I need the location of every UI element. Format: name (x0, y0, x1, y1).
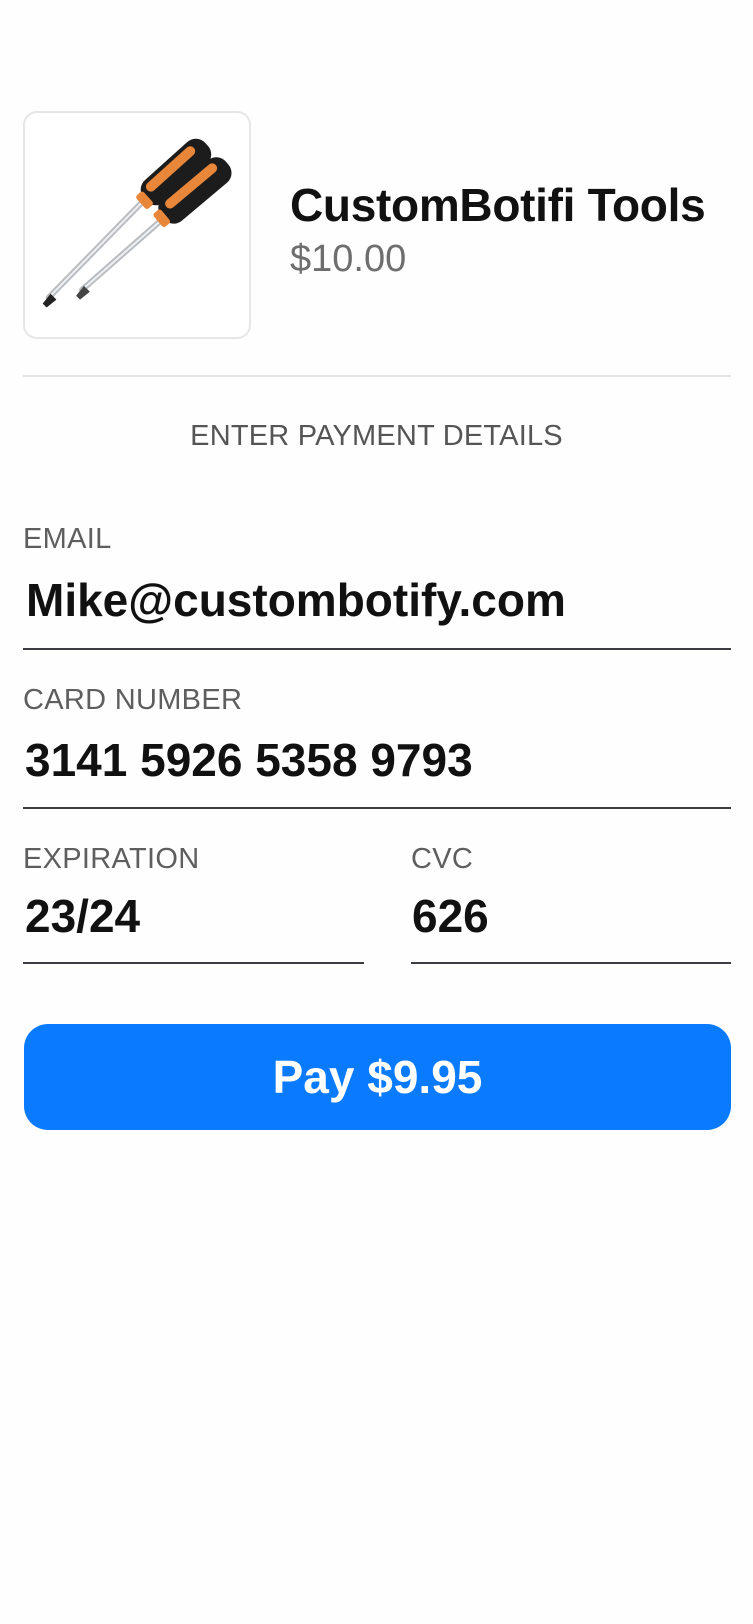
cvc-field[interactable]: 626 (412, 889, 489, 943)
pay-button[interactable]: Pay $9.95 (24, 1024, 731, 1130)
card-number-underline (23, 807, 731, 809)
product-image (23, 111, 251, 339)
email-underline (23, 648, 731, 650)
section-title: ENTER PAYMENT DETAILS (190, 420, 563, 452)
card-number-label: CARD NUMBER (23, 684, 243, 716)
product-price: $10.00 (290, 238, 407, 280)
product-name: CustomBotifi Tools (290, 179, 706, 231)
expiration-field[interactable]: 23/24 (25, 889, 140, 943)
cvc-label: CVC (411, 843, 474, 875)
email-label: EMAIL (23, 523, 112, 555)
cvc-underline (411, 962, 731, 964)
screwdriver-set-icon (42, 138, 232, 308)
divider (23, 375, 731, 377)
email-field[interactable]: Mike@custombotify.com (26, 573, 566, 627)
card-number-field[interactable]: 3141 5926 5358 9793 (25, 733, 473, 787)
expiration-label: EXPIRATION (23, 843, 200, 875)
expiration-underline (23, 962, 364, 964)
